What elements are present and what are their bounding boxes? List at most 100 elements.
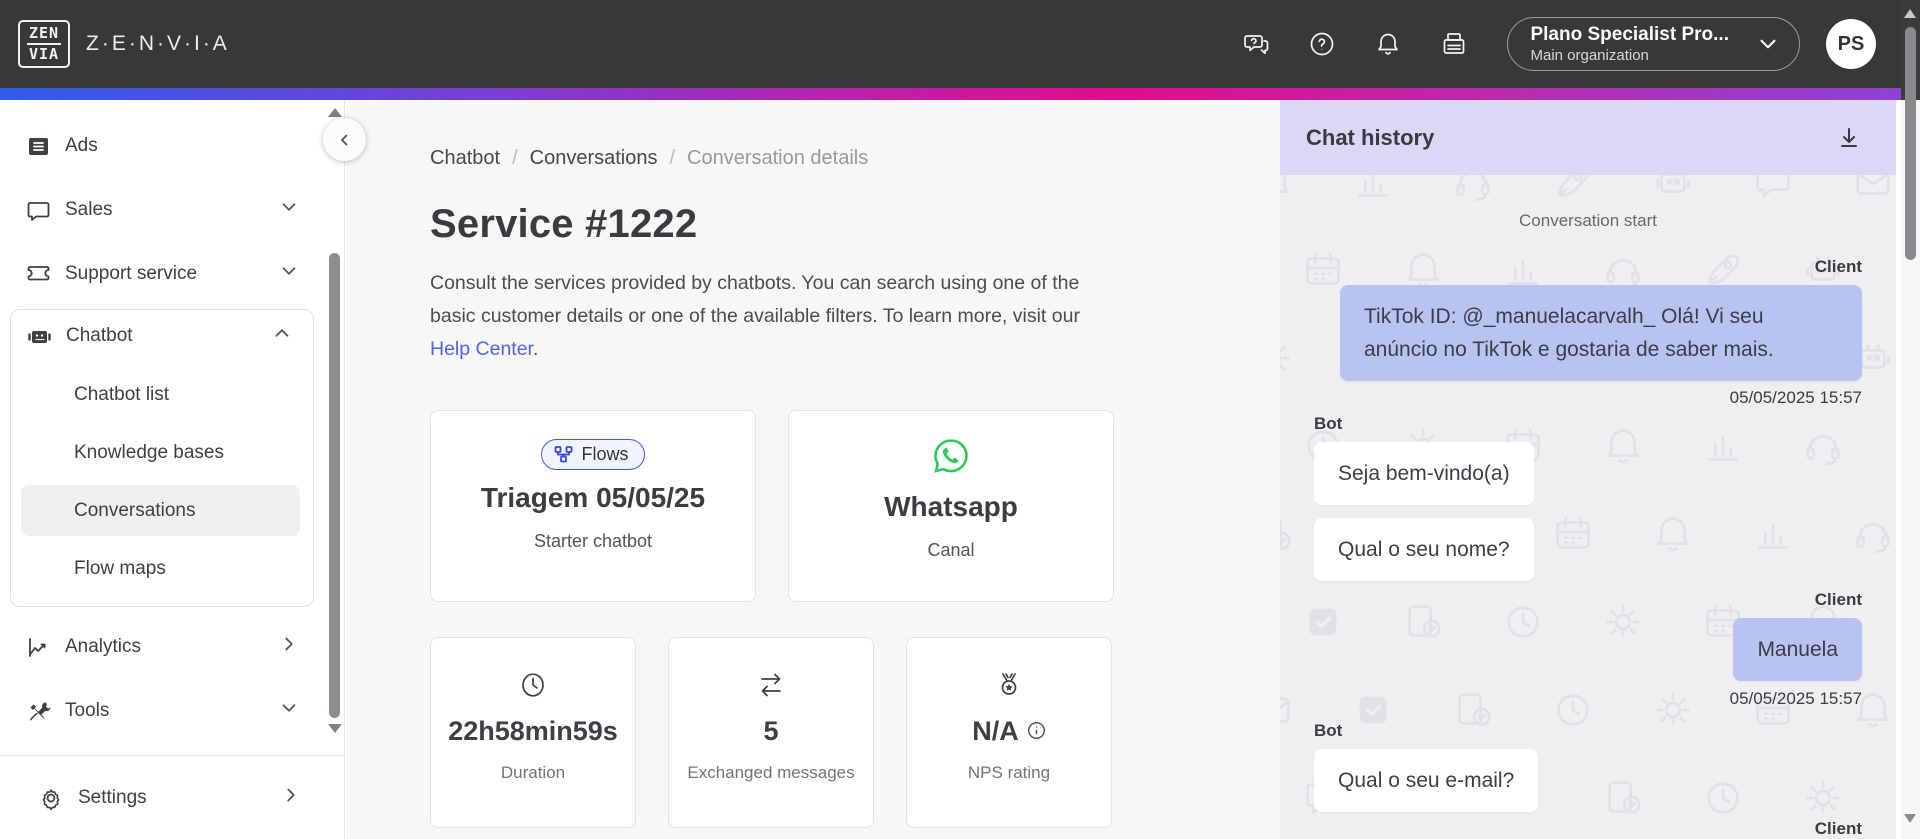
tools-icon [25, 698, 52, 725]
nps-value: N/A [972, 716, 1019, 746]
zenvia-wordmark: Z·E·N·V·I·A [86, 32, 230, 55]
download-chat-button[interactable] [1832, 121, 1866, 155]
sidebar-item-label: Ads [65, 135, 98, 156]
chevron-up-icon [271, 322, 293, 350]
message-timestamp: 05/05/2025 15:57 [1729, 388, 1862, 407]
clock-icon [517, 668, 549, 702]
channel-caption: Canal [927, 540, 975, 560]
sidebar-nav: Ads Sales Support service Chatbot Chatbo… [0, 100, 344, 743]
bot-message-bubble: Qual o seu nome? [1314, 518, 1534, 581]
sidebar-item-analytics[interactable]: Analytics [0, 615, 344, 679]
sidebar-item-label: Sales [65, 199, 113, 220]
sidebar-subitem-label: Conversations [74, 499, 196, 521]
organization-selector[interactable]: Plano Specialist Pro... Main organizatio… [1507, 17, 1800, 71]
chevron-right-icon [280, 784, 302, 812]
flows-badge-label: Flows [581, 444, 629, 464]
bot-message-bubble: Qual o seu e-mail? [1314, 749, 1539, 812]
exchanged-messages-value: 5 [763, 716, 779, 746]
sidebar-item-ads[interactable]: Ads [0, 114, 344, 178]
channel-name: Whatsapp [884, 491, 1018, 522]
notifications-icon[interactable] [1371, 27, 1405, 61]
top-header: ZEN VIA Z·E·N·V·I·A Plano Specialist Pro… [0, 0, 1920, 88]
info-icon[interactable] [1027, 716, 1046, 747]
chevron-down-icon [278, 196, 300, 224]
sidebar-item-label: Chatbot [66, 325, 133, 346]
breadcrumb: Chatbot / Conversations / Conversation d… [430, 147, 1280, 170]
stats-row: 22h58min59s Duration 5 Exchanged message… [430, 637, 1280, 828]
exchanged-messages-card: 5 Exchanged messages [668, 637, 874, 828]
nps-caption: NPS rating [967, 763, 1051, 782]
sidebar-item-label: Settings [78, 786, 147, 808]
breadcrumb-separator: / [669, 147, 676, 169]
organization-name: Plano Specialist Pro... [1530, 23, 1729, 45]
scroll-down-arrow[interactable] [1904, 814, 1916, 823]
exchanged-messages-caption: Exchanged messages [687, 763, 855, 782]
message-row: TikTok ID: @_manuelacarvalh_ Olá! Vi seu… [1314, 285, 1862, 381]
sidebar-item-chatbot-list[interactable]: Chatbot list [21, 369, 300, 420]
sidebar-item-settings[interactable]: Settings [0, 755, 344, 839]
client-message-bubble: Manuela [1733, 618, 1862, 681]
breadcrumb-separator: / [512, 147, 518, 169]
chat-body[interactable]: Conversation start Client TikTok ID: @_m… [1280, 175, 1896, 839]
sidebar-item-knowledge-bases[interactable]: Knowledge bases [21, 427, 300, 478]
support-chat-icon[interactable] [1239, 27, 1273, 61]
sidebar-item-flow-maps[interactable]: Flow maps [21, 543, 300, 594]
scroll-up-arrow[interactable] [328, 108, 342, 117]
nps-rating-card: N/A NPS rating [906, 637, 1112, 828]
message-row: Manuela [1314, 618, 1862, 681]
page-description: Consult the services provided by chatbot… [430, 267, 1125, 366]
sidebar-item-chatbot[interactable]: Chatbot [11, 310, 313, 362]
chevron-down-icon [1760, 39, 1776, 49]
scrollbar-thumb[interactable] [1905, 27, 1916, 260]
info-cards-row: Flows Triagem 05/05/25 Starter chatbot W… [430, 410, 1280, 602]
bot-message-bubble: Seja bem-vindo(a) [1314, 442, 1534, 505]
scrollbar-thumb[interactable] [329, 253, 340, 718]
chat-history-panel: Chat history Conversation start Client T… [1280, 100, 1896, 839]
sidebar-item-sales[interactable]: Sales [0, 178, 344, 242]
printer-icon[interactable] [1437, 27, 1471, 61]
help-center-link[interactable]: Help Center [430, 338, 533, 360]
flows-icon [555, 446, 573, 463]
sidebar-item-tools[interactable]: Tools [0, 679, 344, 743]
sidebar-subitem-label: Chatbot list [74, 383, 170, 405]
download-icon [1841, 127, 1857, 147]
zenvia-logo-icon[interactable]: ZEN VIA [18, 20, 70, 68]
message-row: Qual o seu nome? [1314, 518, 1862, 581]
sidebar-collapse-button[interactable] [323, 118, 366, 161]
chatbot-name: Triagem 05/05/25 [480, 482, 706, 513]
client-message-bubble: TikTok ID: @_manuelacarvalh_ Olá! Vi seu… [1340, 285, 1862, 381]
chevron-down-icon [278, 260, 300, 288]
page-scrollbar[interactable] [1901, 0, 1920, 839]
duration-card: 22h58min59s Duration [430, 637, 636, 828]
whatsapp-icon [930, 435, 972, 477]
breadcrumb-conversations[interactable]: Conversations [530, 147, 658, 170]
breadcrumb-chatbot[interactable]: Chatbot [430, 147, 500, 170]
help-icon[interactable] [1305, 27, 1339, 61]
brand-gradient-bar [0, 88, 1920, 100]
sender-label-client: Client [1814, 257, 1862, 276]
main-content: Chatbot / Conversations / Conversation d… [346, 100, 1280, 839]
scroll-down-arrow[interactable] [328, 724, 342, 733]
scroll-up-arrow[interactable] [1904, 9, 1916, 18]
sidebar-item-conversations[interactable]: Conversations [21, 485, 300, 536]
chat-history-header: Chat history [1280, 100, 1896, 175]
message-timestamp: 05/05/2025 15:57 [1729, 689, 1862, 708]
chatbot-card[interactable]: Flows Triagem 05/05/25 Starter chatbot [430, 410, 756, 602]
sidebar-item-support-service[interactable]: Support service [0, 242, 344, 306]
message-row: Seja bem-vindo(a) [1314, 442, 1862, 505]
flows-badge: Flows [541, 439, 645, 470]
channel-card[interactable]: Whatsapp Canal [788, 410, 1114, 602]
breadcrumb-conversation-details: Conversation details [687, 147, 869, 169]
logo-top-text: ZEN [28, 24, 60, 42]
avatar-initials: PS [1837, 32, 1865, 55]
chatbot-group: Chatbot Chatbot list Knowledge bases Con… [10, 309, 314, 607]
sidebar-scrollbar[interactable] [327, 100, 342, 755]
chat-messages: Conversation start Client TikTok ID: @_m… [1314, 211, 1862, 839]
sidebar-subitem-label: Knowledge bases [74, 441, 224, 463]
sidebar-subitem-label: Flow maps [74, 557, 166, 579]
duration-caption: Duration [500, 763, 566, 782]
ticket-icon [25, 261, 52, 288]
sidebar-item-label: Analytics [65, 636, 142, 657]
user-avatar[interactable]: PS [1826, 19, 1876, 69]
exchange-icon [755, 668, 787, 702]
